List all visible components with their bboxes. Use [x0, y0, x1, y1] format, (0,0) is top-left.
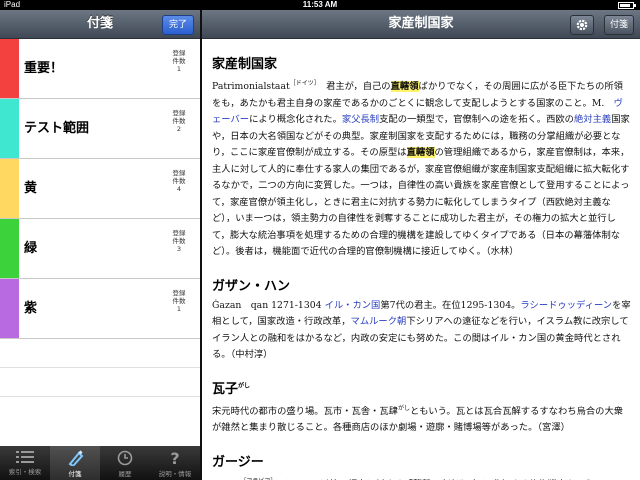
tag-count-value: 1 [176, 65, 182, 73]
body-text: 第7代の君主。在位1295-1304。 [380, 299, 521, 311]
question-icon: ? [150, 450, 200, 466]
tag-color-swatch [0, 159, 19, 218]
tag-name: 緑 [24, 241, 38, 256]
tag-row[interactable]: 紫 登録 件数 1 [0, 279, 200, 339]
cross-reference-link[interactable]: ラシードゥッディーン [520, 300, 612, 311]
highlighted-term: 直轄領 [406, 147, 435, 159]
tag-pane-navbar: 付箋 完了 [0, 10, 200, 39]
tag-count: 登録 件数 4 [164, 169, 194, 193]
tag-name: 黄 [24, 181, 38, 196]
tag-row[interactable]: テスト範囲 登録 件数 2 [0, 99, 200, 159]
tag-count-label: 登録 件数 [172, 49, 186, 65]
cross-reference-link[interactable]: 絶対主義 [574, 114, 611, 125]
entry-heading-text: 家産制国家 [212, 57, 278, 72]
cross-reference-link[interactable]: イル・カン国 [325, 300, 381, 311]
tab-label: 説明・情報 [158, 470, 192, 478]
body-text: 君主が，自己の [316, 81, 391, 93]
tab-clock[interactable]: 履歴 [100, 446, 150, 480]
tag-row[interactable]: 黄 登録 件数 4 [0, 159, 200, 219]
battery-icon [618, 2, 636, 9]
entry-heading: 家産制国家 [212, 53, 632, 72]
clock-label: 11:53 AM [302, 0, 338, 9]
reading-annotation: ［ドイツ］ [289, 80, 317, 87]
svg-text:?: ? [170, 450, 179, 466]
dictionary-entry: 家産制国家 Patrimonialstaat［ドイツ］ 君主が，自己の直轄領ばかり… [202, 53, 640, 261]
done-button[interactable]: 完了 [161, 15, 194, 35]
gear-icon [576, 19, 588, 31]
settings-button[interactable] [570, 15, 594, 35]
tag-count-value: 2 [176, 125, 182, 133]
tag-count-value: 1 [176, 305, 182, 313]
tag-count-value: 3 [176, 245, 182, 253]
dictionary-entry: 瓦子がし 宋元時代の都市の盛り場。瓦市・瓦舎・瓦肆がしともいう。瓦とは瓦合瓦解する… [202, 378, 640, 437]
entry-body: Ġazan qan 1271-1304 イル・カン国第7代の君主。在位1295-… [212, 298, 632, 364]
tag-row[interactable]: 重要！ 登録 件数 1 [0, 39, 200, 99]
empty-row [0, 339, 200, 368]
entry-heading: ガザン・ハン [212, 275, 632, 294]
body-text: Patrimonialstaat [212, 81, 290, 93]
tab-bar: 索引・検索 付箋 履歴? 説明・情報 [0, 446, 200, 480]
cross-reference-link[interactable]: マムルーク朝 [351, 316, 407, 327]
cross-reference-link[interactable]: 家父長制 [342, 114, 379, 125]
tab-pen[interactable]: 付箋 [50, 446, 100, 480]
tag-count-label: 登録 件数 [172, 229, 186, 245]
tag-count: 登録 件数 3 [164, 229, 194, 253]
tag-color-swatch [0, 219, 19, 278]
tag-count-label: 登録 件数 [172, 289, 186, 305]
tag-count-value: 4 [176, 185, 182, 193]
pen-icon [50, 450, 100, 466]
reading-annotation: がし [397, 404, 410, 412]
body-text: 支配の一類型で，官僚制への途を拓く。西欧の [379, 114, 574, 126]
tab-label: 履歴 [118, 470, 132, 478]
entry-heading: 瓦子がし [212, 378, 632, 397]
empty-row [0, 368, 200, 397]
entry-heading-text: ガザン・ハン [212, 278, 291, 294]
tag-name: テスト範囲 [24, 121, 90, 136]
body-text: 宋元時代の都市の盛り場。瓦市・瓦舎・瓦肆 [212, 405, 398, 417]
tag-name: 紫 [24, 301, 38, 316]
body-text: Ġazan qan 1271-1304 [212, 299, 325, 311]
article-navbar: 家産制国家 付箋 [202, 10, 640, 39]
tag-count: 登録 件数 1 [164, 289, 194, 313]
entry-body: ghāzī ［アラビア］ ムスリム以外の領土に対する「襲撃」（ガザー）に参加する… [212, 474, 632, 480]
body-text: の管理組織であるから，家産官僚制は，本来，主人に対して人的に奉仕する家人の集団で… [212, 147, 630, 258]
tab-label: 付箋 [68, 470, 82, 478]
list-icon [0, 450, 50, 464]
tab-question[interactable]: ? 説明・情報 [150, 446, 200, 480]
clock-icon [100, 450, 150, 466]
body-text: により概念化された。 [249, 114, 342, 126]
entry-heading: ガージー [212, 451, 632, 470]
tag-name: 重要！ [24, 61, 64, 76]
tag-color-swatch [0, 39, 19, 98]
tag-count: 登録 件数 1 [164, 49, 194, 73]
tag-color-swatch [0, 279, 19, 338]
highlighted-term: 直轄領 [390, 81, 419, 93]
tab-label: 索引・検索 [8, 468, 42, 476]
entry-heading-ruby: がし [238, 382, 251, 390]
tag-pane: 付箋 完了 重要！ 登録 件数 1 テスト範囲 登録 件数 2 黄登録 件数 4 緑登録 件数 3… [0, 10, 200, 480]
tab-list[interactable]: 索引・検索 [0, 446, 50, 480]
article-content[interactable]: 家産制国家 Patrimonialstaat［ドイツ］ 君主が，自己の直轄領ばかり… [202, 39, 640, 480]
article-pane: 家産制国家 付箋 家産制国家 Patrimonialstaat［ドイツ］ 君主が，… [202, 10, 640, 480]
add-tag-button[interactable]: 付箋 [603, 15, 634, 35]
entry-body: Patrimonialstaat［ドイツ］ 君主が，自己の直轄領ばかりでなく，そ… [212, 76, 632, 261]
dictionary-entry: ガージー ghāzī ［アラビア］ ムスリム以外の領土に対する「襲撃」（ガザー）に… [202, 451, 640, 480]
tag-count-label: 登録 件数 [172, 169, 186, 185]
tag-color-swatch [0, 99, 19, 158]
entry-heading-text: ガージー [212, 454, 264, 470]
tag-row[interactable]: 緑 登録 件数 3 [0, 219, 200, 279]
dictionary-entry: ガザン・ハン Ġazan qan 1271-1304 イル・カン国第7代の君主。在… [202, 275, 640, 364]
tag-count: 登録 件数 2 [164, 109, 194, 133]
entry-heading-text: 瓦子 [212, 381, 239, 397]
tag-list: 重要！ 登録 件数 1 テスト範囲 登録 件数 2 黄登録 件数 4 緑登録 件数 3 紫登録 件数… [0, 39, 200, 397]
tag-count-label: 登録 件数 [172, 109, 186, 125]
entry-body: 宋元時代の都市の盛り場。瓦市・瓦舎・瓦肆がしともいう。瓦とは瓦合瓦解するすなわち… [212, 401, 632, 437]
status-bar: iPad 11:53 AM [0, 0, 640, 10]
